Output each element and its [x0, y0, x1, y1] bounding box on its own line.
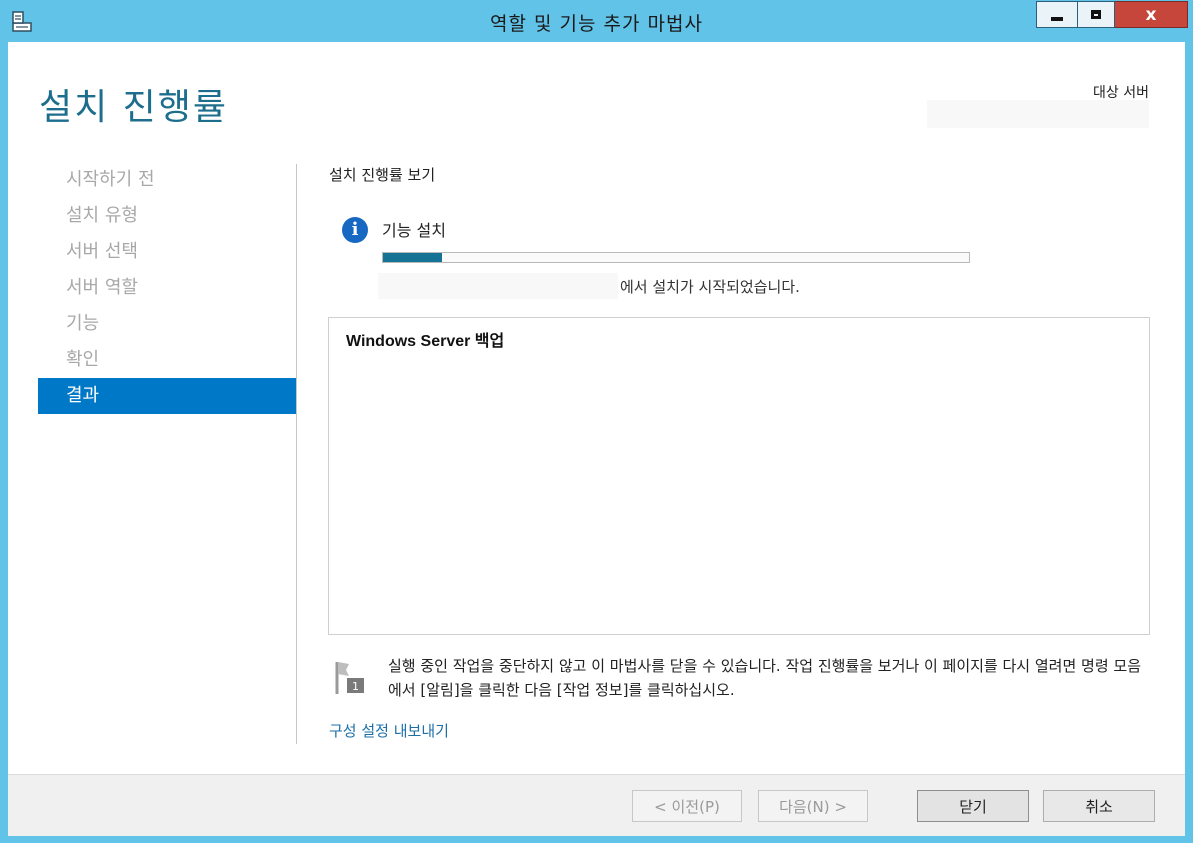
progress-server-name: [378, 273, 618, 299]
wizard-steps-nav: 시작하기 전 설치 유형 서버 선택 서버 역할 기능 확인 결과: [38, 162, 296, 414]
target-server-label: 대상 서버: [1093, 85, 1149, 101]
window-bottom-border: [0, 836, 1193, 843]
background-task-notice: 실행 중인 작업을 중단하지 않고 이 마법사를 닫을 수 있습니다. 작업 진…: [388, 657, 1141, 699]
close-window-button[interactable]: x: [1115, 1, 1188, 28]
install-progress-fill: [383, 253, 442, 262]
maximize-icon: [1091, 10, 1101, 19]
section-title: 설치 진행률 보기: [329, 166, 436, 184]
nav-step-before-you-begin: 시작하기 전: [66, 169, 155, 190]
previous-button[interactable]: < 이전(P): [632, 790, 742, 822]
wizard-panel: 설치 진행률 대상 서버 시작하기 전 설치 유형 서버 선택 서버 역할 기능…: [8, 42, 1185, 774]
page-title: 설치 진행률: [39, 87, 229, 128]
notification-flag-icon: 1: [335, 662, 364, 694]
minimize-button[interactable]: [1036, 1, 1078, 28]
window-title: 역할 및 기능 추가 마법사: [490, 13, 703, 35]
target-server-value: [927, 100, 1149, 128]
nav-step-server-roles: 서버 역할: [66, 277, 138, 298]
export-configuration-link[interactable]: 구성 설정 내보내기: [329, 720, 449, 741]
list-item: Windows Server 백업: [346, 333, 505, 350]
wizard-footer: < 이전(P) 다음(N) > 닫기 취소: [8, 774, 1185, 836]
nav-step-confirmation: 확인: [66, 349, 100, 370]
nav-step-results[interactable]: 결과: [38, 378, 296, 414]
notification-badge-count: 1: [352, 680, 359, 693]
nav-step-installation-type: 설치 유형: [66, 205, 138, 226]
maximize-button[interactable]: [1078, 1, 1115, 28]
install-progress-bar: [382, 252, 970, 263]
close-icon: x: [1145, 4, 1157, 25]
close-button[interactable]: 닫기: [917, 790, 1029, 822]
next-button[interactable]: 다음(N) >: [758, 790, 868, 822]
minimize-icon: [1051, 16, 1063, 21]
results-list[interactable]: Windows Server 백업: [328, 317, 1150, 635]
nav-divider: [296, 164, 297, 744]
title-bar: 역할 및 기능 추가 마법사 x: [0, 0, 1193, 42]
nav-step-features: 기능: [66, 313, 100, 334]
info-icon: i: [342, 217, 368, 243]
install-status-label: 기능 설치: [382, 221, 446, 240]
progress-note: 에서 설치가 시작되었습니다.: [620, 278, 800, 296]
cancel-button[interactable]: 취소: [1043, 790, 1155, 822]
nav-step-server-selection: 서버 선택: [66, 241, 138, 262]
